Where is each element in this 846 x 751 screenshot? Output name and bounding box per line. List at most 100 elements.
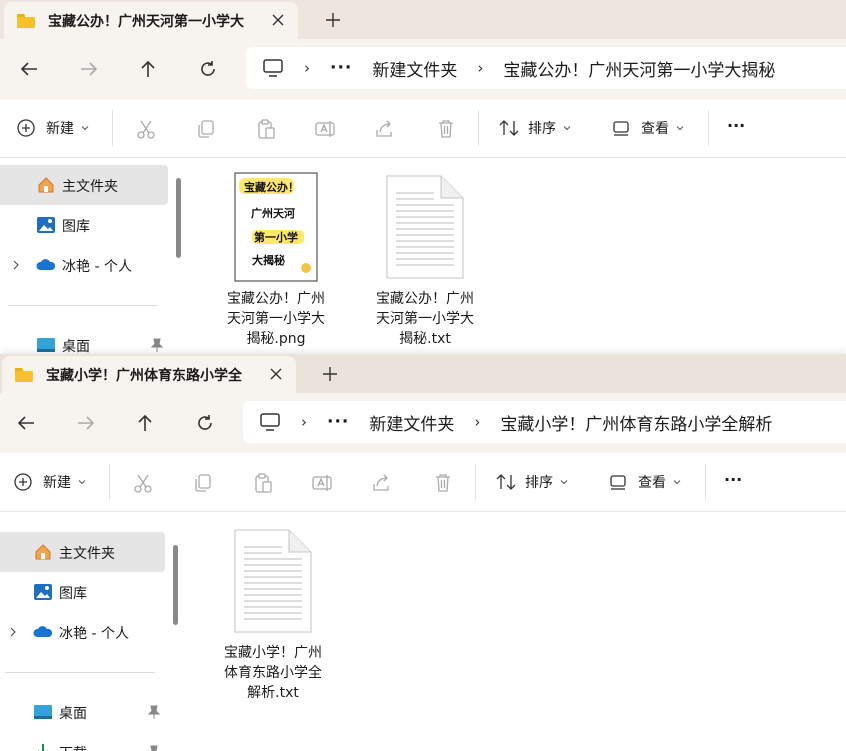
cut-icon[interactable] bbox=[132, 472, 154, 494]
new-tab-icon[interactable] bbox=[322, 9, 344, 31]
view-icon bbox=[613, 121, 629, 136]
more-options-button[interactable]: ··· bbox=[727, 116, 745, 135]
view-button[interactable]: 查看 bbox=[608, 472, 682, 492]
file-item[interactable]: 宝藏公办！广州 天河第一小学大 揭秘.txt bbox=[366, 172, 484, 352]
share-icon[interactable] bbox=[371, 472, 393, 494]
home-icon bbox=[35, 544, 51, 560]
share-icon[interactable] bbox=[374, 118, 396, 140]
scrollbar-thumb[interactable] bbox=[176, 178, 181, 258]
new-button[interactable]: 新建 bbox=[16, 118, 90, 138]
sidebar-item-onedrive[interactable]: 冰艳 - 个人 bbox=[0, 612, 168, 652]
folder-icon bbox=[15, 367, 33, 382]
command-bar: 新建 排序 查看 ··· bbox=[0, 453, 846, 512]
pin-icon[interactable] bbox=[147, 744, 161, 751]
sidebar-item-onedrive[interactable]: 冰艳 - 个人 bbox=[0, 245, 168, 285]
refresh-icon[interactable] bbox=[193, 411, 217, 435]
sidebar-item-label: 图库 bbox=[59, 586, 87, 602]
file-list: 宝藏公办！ 广州天河 第一小学 大揭秘 宝藏公办！广州 天河第一小学大 揭秘.p… bbox=[190, 158, 846, 354]
pin-icon[interactable] bbox=[147, 704, 161, 720]
sidebar-item-downloads[interactable]: 下载 bbox=[0, 732, 168, 751]
new-button[interactable]: 新建 bbox=[13, 472, 87, 492]
copy-icon[interactable] bbox=[195, 118, 217, 140]
breadcrumb-overflow[interactable]: ··· bbox=[330, 58, 352, 78]
folder-icon bbox=[17, 13, 35, 28]
sidebar-item-home[interactable]: 主文件夹 bbox=[0, 532, 165, 572]
tab-title: 宝藏公办！广州天河第一小学大 bbox=[48, 13, 244, 30]
text-document-icon bbox=[386, 175, 464, 279]
paste-icon[interactable] bbox=[252, 472, 274, 494]
file-item[interactable]: 宝藏公办！ 广州天河 第一小学 大揭秘 宝藏公办！广州 天河第一小学大 揭秘.p… bbox=[217, 172, 335, 352]
divider bbox=[475, 464, 476, 500]
chevron-right-icon[interactable]: › bbox=[301, 413, 307, 431]
address-bar[interactable]: › ··· 新建文件夹 › 宝藏公办！广州天河第一小学大揭秘 bbox=[246, 47, 846, 89]
chevron-right-icon[interactable]: › bbox=[474, 413, 480, 431]
close-tab-icon[interactable] bbox=[266, 364, 286, 384]
file-name-line: 天河第一小学大 bbox=[376, 311, 474, 327]
breadcrumb-current[interactable]: 宝藏公办！广州天河第一小学大揭秘 bbox=[503, 56, 775, 81]
chevron-right-icon[interactable]: › bbox=[304, 59, 310, 77]
sidebar-item-home[interactable]: 主文件夹 bbox=[0, 165, 168, 205]
back-arrow-icon[interactable] bbox=[17, 57, 41, 81]
sidebar-item-desktop[interactable]: 桌面 bbox=[0, 692, 168, 732]
tab-strip: 宝藏公办！广州天河第一小学大 bbox=[0, 0, 846, 39]
divider bbox=[8, 305, 158, 306]
divider bbox=[478, 110, 479, 146]
onedrive-cloud-icon bbox=[33, 626, 53, 637]
navigation-pane: 主文件夹 图库 冰艳 - 个人 桌面 bbox=[0, 158, 190, 354]
close-tab-icon[interactable] bbox=[268, 10, 288, 30]
delete-icon[interactable] bbox=[432, 472, 454, 494]
download-icon bbox=[38, 744, 48, 751]
sidebar-item-gallery[interactable]: 图库 bbox=[0, 572, 168, 612]
sidebar-item-desktop[interactable]: 桌面 bbox=[0, 325, 168, 354]
file-item[interactable]: 宝藏小学！广州 体育东路小学全 解析.txt bbox=[214, 526, 332, 706]
tab-current-folder[interactable]: 宝藏小学！广州体育东路小学全 bbox=[2, 356, 296, 393]
view-button[interactable]: 查看 bbox=[611, 118, 685, 138]
refresh-icon[interactable] bbox=[196, 57, 220, 81]
copy-icon[interactable] bbox=[192, 472, 214, 494]
breadcrumb-folder[interactable]: 新建文件夹 bbox=[369, 410, 454, 435]
paste-icon[interactable] bbox=[255, 118, 277, 140]
rename-icon[interactable] bbox=[314, 118, 336, 140]
rename-icon[interactable] bbox=[311, 472, 333, 494]
computer-icon[interactable] bbox=[259, 412, 281, 432]
more-options-button[interactable]: ··· bbox=[724, 470, 742, 489]
new-tab-icon[interactable] bbox=[319, 363, 341, 385]
plus-circle-icon bbox=[17, 119, 35, 137]
chevron-right-icon[interactable] bbox=[7, 624, 19, 640]
sort-icon bbox=[499, 120, 519, 136]
back-arrow-icon[interactable] bbox=[14, 411, 38, 435]
scrollbar-thumb[interactable] bbox=[173, 545, 178, 625]
command-bar: 新建 排序 查看 ··· bbox=[0, 99, 846, 158]
explorer-window-1: 宝藏公办！广州天河第一小学大 › ··· 新建文件夹 › 宝藏公办！广州天河第一… bbox=[0, 0, 846, 354]
sidebar-item-label: 桌面 bbox=[59, 706, 87, 722]
file-name-line: 宝藏公办！广州 bbox=[227, 291, 325, 307]
tab-strip: 宝藏小学！广州体育东路小学全 bbox=[0, 354, 846, 393]
chevron-right-icon[interactable]: › bbox=[477, 59, 483, 77]
sort-button[interactable]: 排序 bbox=[495, 472, 569, 492]
home-icon bbox=[38, 177, 54, 193]
forward-arrow-icon[interactable] bbox=[77, 57, 101, 81]
sort-button[interactable]: 排序 bbox=[498, 118, 572, 138]
pin-icon[interactable] bbox=[150, 337, 164, 353]
up-arrow-icon[interactable] bbox=[133, 411, 157, 435]
text-document-icon bbox=[234, 529, 312, 633]
view-label: 查看 bbox=[638, 475, 666, 491]
breadcrumb-current[interactable]: 宝藏小学！广州体育东路小学全解析 bbox=[500, 410, 772, 435]
tab-current-folder[interactable]: 宝藏公办！广州天河第一小学大 bbox=[4, 2, 298, 39]
sidebar-item-gallery[interactable]: 图库 bbox=[0, 205, 168, 245]
new-label: 新建 bbox=[43, 475, 71, 491]
navigation-bar: › ··· 新建文件夹 › 宝藏小学！广州体育东路小学全解析 bbox=[0, 393, 846, 453]
forward-arrow-icon[interactable] bbox=[74, 411, 98, 435]
view-label: 查看 bbox=[641, 121, 669, 137]
breadcrumb-folder[interactable]: 新建文件夹 bbox=[372, 56, 457, 81]
address-bar[interactable]: › ··· 新建文件夹 › 宝藏小学！广州体育东路小学全解析 bbox=[243, 401, 846, 443]
chevron-right-icon[interactable] bbox=[10, 257, 22, 273]
delete-icon[interactable] bbox=[435, 118, 457, 140]
cut-icon[interactable] bbox=[135, 118, 157, 140]
up-arrow-icon[interactable] bbox=[136, 57, 160, 81]
breadcrumb-overflow[interactable]: ··· bbox=[327, 412, 349, 432]
thumbnail-text: 宝藏公办！ bbox=[244, 180, 299, 194]
computer-icon[interactable] bbox=[262, 58, 284, 78]
file-name: 宝藏公办！广州 天河第一小学大 揭秘.png bbox=[217, 289, 335, 349]
onedrive-cloud-icon bbox=[36, 259, 56, 270]
